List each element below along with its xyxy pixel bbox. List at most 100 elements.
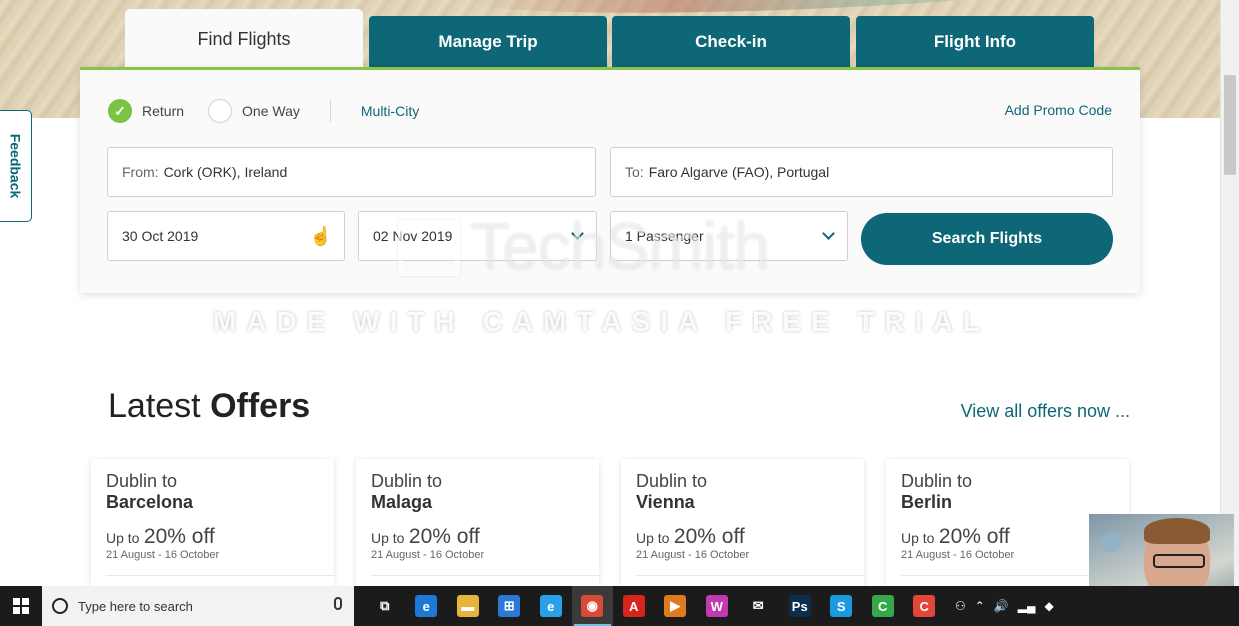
- taskbar-app-button[interactable]: C: [862, 586, 904, 626]
- check-icon: ✓: [114, 102, 126, 119]
- offer-upto: Up to: [901, 530, 935, 546]
- to-value: Faro Algarve (FAO), Portugal: [648, 164, 830, 180]
- return-radio[interactable]: ✓: [108, 99, 132, 123]
- add-promo-code-link[interactable]: Add Promo Code: [1005, 102, 1112, 118]
- to-field[interactable]: To: Faro Algarve (FAO), Portugal: [610, 147, 1113, 197]
- offer-percent: 20% off: [408, 525, 480, 548]
- watermark-text: MADE WITH CAMTASIA FREE TRIAL: [213, 306, 990, 337]
- taskbar-app-button[interactable]: e: [530, 586, 572, 626]
- chevron-up-icon[interactable]: ⌃: [975, 599, 985, 613]
- hand-cursor-icon: ☝: [309, 226, 332, 246]
- page-scrollbar[interactable]: [1220, 0, 1239, 586]
- card-divider: [371, 575, 599, 576]
- offer-dates: 21 August - 16 October: [636, 549, 750, 561]
- offer-dates: 21 August - 16 October: [106, 549, 220, 561]
- skype-icon: S: [830, 595, 853, 617]
- presenter-glasses: [1153, 554, 1205, 568]
- offer-card[interactable]: Dublin to Malaga Up to 20% off 21 August…: [356, 459, 599, 586]
- depart-date-field[interactable]: 30 Oct 2019 ☝: [107, 211, 345, 261]
- offer-discount: Up to 20% off: [371, 525, 584, 549]
- offer-origin: Dublin to: [106, 471, 178, 491]
- multi-city-link[interactable]: Multi-City: [361, 103, 419, 119]
- offers-heading: Latest Offers: [108, 387, 310, 426]
- taskbar-app-button[interactable]: ✉: [738, 586, 780, 626]
- microphone-icon[interactable]: [334, 597, 342, 610]
- presenter-hair: [1144, 518, 1210, 544]
- offer-discount: Up to 20% off: [636, 525, 849, 549]
- watermark-logo: TechSmith: [470, 209, 770, 283]
- card-divider: [636, 575, 864, 576]
- camtasia-red-icon: C: [913, 595, 936, 617]
- taskbar-app-button[interactable]: A: [613, 586, 655, 626]
- taskbar-app-button[interactable]: ◉: [571, 586, 613, 626]
- edge-icon: e: [415, 595, 438, 617]
- taskbar-app-button[interactable]: C: [904, 586, 946, 626]
- offer-percent: 20% off: [938, 525, 1010, 548]
- photoshop-icon: Ps: [788, 595, 811, 617]
- people-icon[interactable]: ⚇: [955, 599, 966, 613]
- tab-manage-trip[interactable]: Manage Trip: [369, 16, 607, 68]
- offer-dates: 21 August - 16 October: [901, 549, 1015, 561]
- file-explorer-icon: ▬: [456, 595, 479, 617]
- to-label: To:: [625, 164, 644, 180]
- offer-origin: Dublin to: [636, 471, 708, 491]
- tab-flight-info[interactable]: Flight Info: [856, 16, 1094, 68]
- offer-destination: Malaga: [371, 492, 433, 512]
- taskbar-apps: ⧉ e ▬ ⊞ e ◉ A ▶ W ✉ Ps S C C: [364, 586, 945, 626]
- search-flights-button[interactable]: Search Flights: [861, 213, 1113, 265]
- offer-origin: Dublin to: [901, 471, 973, 491]
- card-divider: [106, 575, 334, 576]
- offers-heading-bold: Offers: [210, 387, 311, 425]
- app-w-icon: W: [705, 595, 728, 617]
- taskbar-app-button[interactable]: e: [406, 586, 448, 626]
- feedback-label: Feedback: [7, 133, 24, 199]
- from-label: From:: [122, 164, 159, 180]
- windows-icon: [13, 598, 29, 614]
- from-value: Cork (ORK), Ireland: [163, 164, 288, 180]
- offer-discount: Up to 20% off: [106, 525, 319, 549]
- volume-icon[interactable]: 🔊: [994, 599, 1009, 613]
- system-tray: ⚇ ⌃ 🔊 ▂▄ ◆: [955, 586, 1063, 626]
- taskbar-app-button[interactable]: W: [696, 586, 738, 626]
- background-lamp: [1101, 532, 1121, 552]
- one-way-radio[interactable]: [208, 99, 233, 123]
- offer-destination: Berlin: [901, 492, 953, 512]
- scrollbar-thumb[interactable]: [1224, 75, 1236, 175]
- offer-upto: Up to: [106, 530, 140, 546]
- offer-percent: 20% off: [673, 525, 745, 548]
- chrome-icon: ◉: [581, 595, 604, 617]
- taskbar-app-button[interactable]: ⧉: [364, 586, 406, 626]
- taskbar-app-button[interactable]: ▬: [447, 586, 489, 626]
- offer-card[interactable]: Dublin to Barcelona Up to 20% off 21 Aug…: [91, 459, 334, 586]
- tab-check-in[interactable]: Check-in: [612, 16, 850, 68]
- feedback-tab[interactable]: Feedback: [0, 110, 32, 222]
- one-way-label[interactable]: One Way: [242, 103, 300, 119]
- view-all-offers-link[interactable]: View all offers now ...: [961, 401, 1130, 422]
- trip-type-selector: ✓ Return One Way Multi-City: [108, 98, 419, 124]
- tab-find-flights[interactable]: Find Flights: [125, 9, 363, 69]
- taskbar-app-button[interactable]: S: [821, 586, 863, 626]
- network-icon[interactable]: ▂▄: [1018, 599, 1036, 613]
- taskbar-search-box[interactable]: Type here to search: [42, 586, 354, 626]
- offer-upto: Up to: [636, 530, 670, 546]
- offer-discount: Up to 20% off: [901, 525, 1114, 549]
- offer-destination: Barcelona: [106, 492, 194, 512]
- windows-taskbar: Type here to search ⧉ e ▬ ⊞ e ◉ A ▶ W ✉ Ps S C C ⚇ ⌃ …: [0, 586, 1239, 626]
- taskbar-app-button[interactable]: Ps: [779, 586, 821, 626]
- taskbar-app-button[interactable]: ⊞: [489, 586, 531, 626]
- camtasia-green-icon: C: [871, 595, 894, 617]
- techsmith-logo-icon: [398, 220, 460, 276]
- media-player-icon: ▶: [664, 595, 687, 617]
- dropbox-icon[interactable]: ◆: [1045, 599, 1054, 613]
- from-field[interactable]: From: Cork (ORK), Ireland: [107, 147, 596, 197]
- offer-destination: Vienna: [636, 492, 695, 512]
- return-label[interactable]: Return: [142, 103, 184, 119]
- taskbar-app-button[interactable]: ▶: [655, 586, 697, 626]
- offer-dates: 21 August - 16 October: [371, 549, 485, 561]
- offer-upto: Up to: [371, 530, 405, 546]
- taskbar-search-placeholder: Type here to search: [78, 598, 193, 614]
- depart-date-value: 30 Oct 2019: [122, 228, 199, 244]
- start-button[interactable]: [0, 586, 42, 626]
- offer-card[interactable]: Dublin to Vienna Up to 20% off 21 August…: [621, 459, 864, 586]
- acrobat-icon: A: [622, 595, 645, 617]
